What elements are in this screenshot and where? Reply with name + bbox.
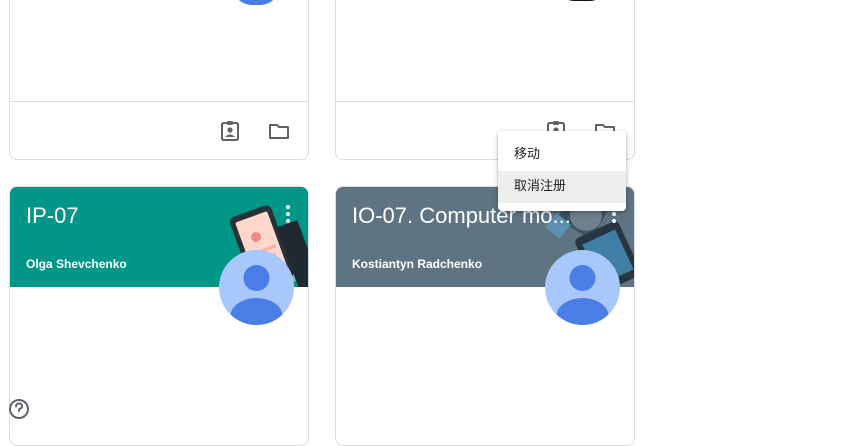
menu-item-move[interactable]: 移动 bbox=[498, 139, 626, 171]
class-card-top-left[interactable] bbox=[9, 0, 309, 160]
folder-icon[interactable] bbox=[267, 119, 291, 143]
teacher-avatar bbox=[232, 0, 280, 5]
teacher-name[interactable]: Kostiantyn Radchenko bbox=[352, 257, 482, 271]
class-title[interactable]: IP-07 bbox=[26, 203, 256, 229]
person-icon bbox=[230, 265, 283, 325]
help-icon[interactable] bbox=[8, 398, 30, 420]
assignment-ind-icon[interactable] bbox=[218, 119, 242, 143]
class-card-ip-07[interactable]: IP-07 Olga Shevchenko bbox=[9, 186, 309, 446]
teacher-avatar bbox=[545, 250, 620, 325]
teacher-avatar bbox=[219, 250, 294, 325]
menu-item-unenroll[interactable]: 取消注册 bbox=[498, 171, 626, 203]
teacher-avatar bbox=[558, 0, 606, 1]
card-footer bbox=[10, 101, 308, 159]
teacher-name[interactable]: Olga Shevchenko bbox=[26, 257, 127, 271]
class-card-io-07[interactable]: IO-07. Computer mo... Kostiantyn Radchen… bbox=[335, 186, 635, 446]
person-icon bbox=[556, 265, 609, 325]
more-vert-icon[interactable] bbox=[286, 205, 290, 223]
class-card-context-menu: 移动 取消注册 bbox=[498, 131, 626, 211]
